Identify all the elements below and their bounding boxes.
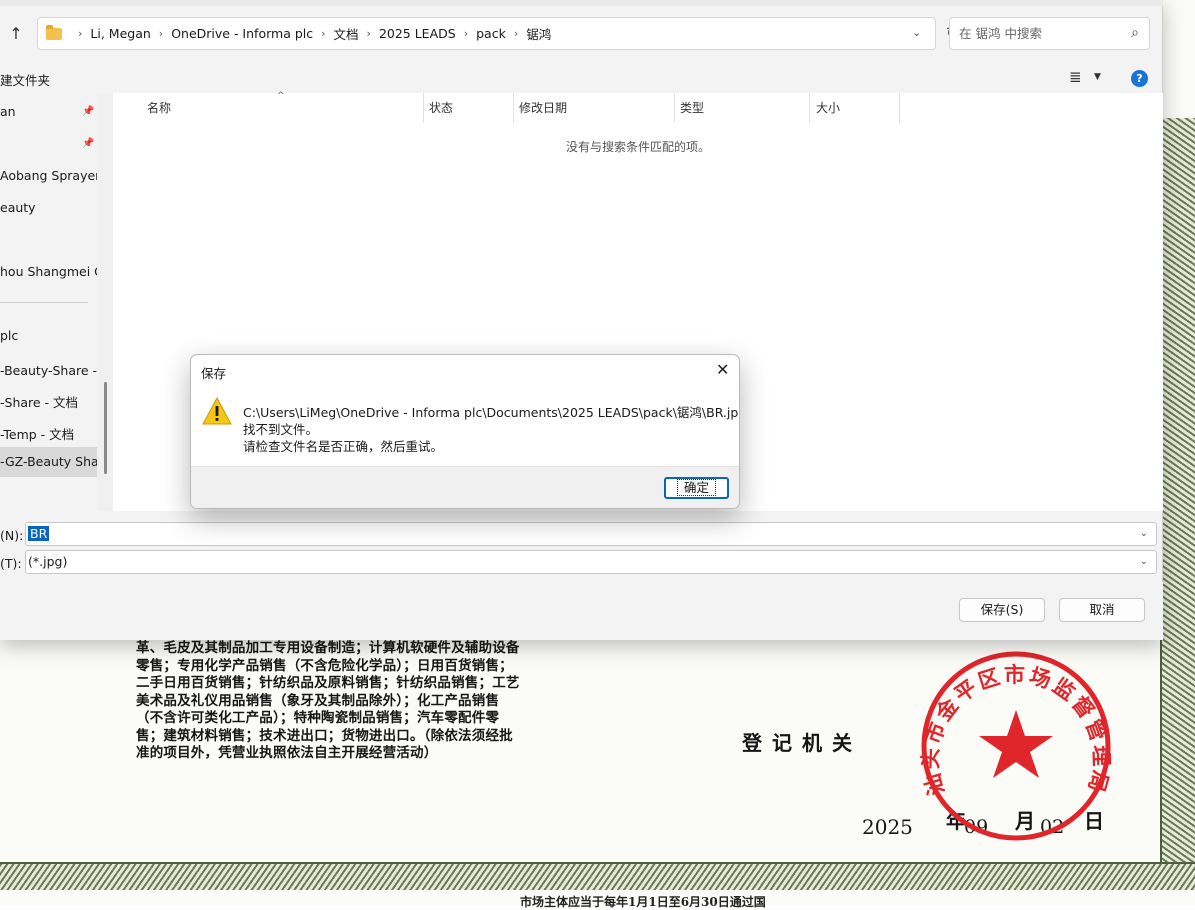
business-scope-text: 革、毛皮及其制品加工专用设备制造；计算机软硬件及辅助设备 零售；专用化学产品销售… <box>136 640 520 761</box>
column-separator[interactable] <box>423 93 424 123</box>
breadcrumb-documents[interactable]: 文档 <box>334 24 359 43</box>
sort-ascending-icon: ^ <box>277 91 285 101</box>
message-box-footer: 确定 <box>191 466 739 508</box>
breadcrumb-onedrive[interactable]: OneDrive - Informa plc <box>171 26 313 41</box>
chevron-right-icon: › <box>366 27 371 40</box>
empty-results-message: 没有与搜索条件匹配的项。 <box>565 140 710 154</box>
chevron-right-icon: › <box>78 27 83 40</box>
column-separator[interactable] <box>674 93 675 123</box>
nav-item-beauty[interactable]: eauty <box>0 200 36 215</box>
official-seal-icon: 汕头市金平区市场监督管理局 <box>918 651 1111 841</box>
filename-row: (N): BR ⌄ <box>0 522 1163 548</box>
nav-scrollbar-thumb[interactable] <box>104 382 107 474</box>
chevron-right-icon: › <box>321 27 326 40</box>
navigation-pane: an 📌 📌 Aobang Sprayer eauty hou Shangmei… <box>0 93 97 511</box>
new-folder-button[interactable]: 建文件夹 <box>0 70 50 89</box>
chevron-right-icon: › <box>513 27 519 40</box>
date-year: 2025 <box>862 815 913 839</box>
column-header-modified[interactable]: 修改日期 <box>515 93 567 123</box>
filetype-select[interactable]: (*.jpg) ⌄ <box>25 550 1157 574</box>
annual-report-note: 市场主体应当于每年1月1日至6月30日通过国 <box>520 895 766 909</box>
chevron-right-icon: › <box>158 27 164 40</box>
filetype-value: (*.jpg) <box>28 554 68 569</box>
nav-divider <box>0 302 88 303</box>
save-button[interactable]: 保存(S) <box>959 598 1045 622</box>
folder-icon <box>46 24 62 40</box>
dialog-title-strip <box>0 0 1163 6</box>
certificate-border-right <box>1160 118 1195 878</box>
column-separator[interactable] <box>513 93 514 123</box>
nav-item-temp-documents[interactable]: -Temp - 文档 <box>0 424 74 443</box>
column-header-status[interactable]: 状态 <box>425 93 453 123</box>
breadcrumb-2025-leads[interactable]: 2025 LEADS <box>379 26 456 41</box>
nav-item-beauty-share[interactable]: -Beauty-Share - 文 <box>0 360 97 379</box>
help-icon[interactable]: ? <box>1131 70 1148 87</box>
column-header-size[interactable]: 大小 <box>812 93 840 123</box>
breadcrumb-pack[interactable]: pack <box>476 26 506 41</box>
chevron-down-icon[interactable]: ▼ <box>1094 72 1101 82</box>
address-bar[interactable]: › Li, Megan › OneDrive - Informa plc › 文… <box>37 17 959 50</box>
view-options-icon[interactable]: ≣ <box>1069 68 1082 86</box>
search-input[interactable]: 在 锯鸿 中搜索 ⌕ <box>949 17 1150 50</box>
nav-item-informa-plc[interactable]: plc <box>0 328 18 343</box>
nav-item-gz-beauty-share[interactable]: -GZ-Beauty Shar <box>0 447 97 477</box>
nav-item-share-documents[interactable]: -Share - 文档 <box>0 392 78 411</box>
nav-item-quick-access-user[interactable]: an <box>0 104 16 119</box>
nav-item-aobang-sprayer[interactable]: Aobang Sprayer <box>0 168 97 183</box>
filetype-row: (T): (*.jpg) ⌄ <box>0 550 1163 576</box>
error-message-box: 保存 ✕ C:\Users\LiMeg\OneDrive - Informa p… <box>190 354 740 509</box>
arrow-up-icon: ↑ <box>9 23 23 43</box>
message-box-title: 保存 <box>201 366 227 381</box>
nav-item-shangmei[interactable]: hou Shangmei Co <box>0 264 97 279</box>
certificate-border-bottom <box>0 862 1195 890</box>
column-separator[interactable] <box>809 93 810 123</box>
error-check-filename: 请检查文件名是否正确，然后重试。 <box>243 439 444 454</box>
ok-button[interactable]: 确定 <box>664 477 729 499</box>
up-folder-button[interactable]: ↑ <box>5 22 27 44</box>
filetype-label: (T): <box>0 556 22 571</box>
filename-label: (N): <box>0 528 24 543</box>
address-history-dropdown-icon[interactable]: ⌄ <box>912 26 921 39</box>
chevron-down-icon[interactable]: ⌄ <box>1140 551 1148 573</box>
chevron-right-icon: › <box>463 27 469 40</box>
ok-button-label: 确定 <box>676 479 716 496</box>
column-header-name[interactable]: 名称 <box>143 93 171 123</box>
breadcrumb-user[interactable]: Li, Megan <box>90 26 150 41</box>
dialog-toolbar: 建文件夹 ≣ ▼ ? <box>0 63 1163 93</box>
search-icon[interactable]: ⌕ <box>1131 18 1139 49</box>
registration-authority-label: 登记机关 <box>742 731 862 755</box>
column-header-type[interactable]: 类型 <box>676 93 704 123</box>
warning-icon <box>202 397 232 425</box>
filename-value: BR <box>28 526 50 541</box>
save-as-dialog: ↑ › Li, Megan › OneDrive - Informa plc ›… <box>0 0 1163 640</box>
pin-icon: 📌 <box>82 138 95 149</box>
chevron-down-icon[interactable]: ⌄ <box>1140 523 1148 545</box>
pin-icon: 📌 <box>82 106 95 117</box>
search-placeholder: 在 锯鸿 中搜索 <box>959 26 1042 41</box>
dialog-button-bar: 保存(S) 取消 <box>0 582 1163 640</box>
cancel-button[interactable]: 取消 <box>1059 598 1145 622</box>
column-separator[interactable] <box>899 93 900 123</box>
close-icon[interactable]: ✕ <box>716 360 729 379</box>
breadcrumb-current-folder[interactable]: 锯鸿 <box>526 24 551 43</box>
filename-input[interactable]: BR ⌄ <box>25 522 1157 546</box>
